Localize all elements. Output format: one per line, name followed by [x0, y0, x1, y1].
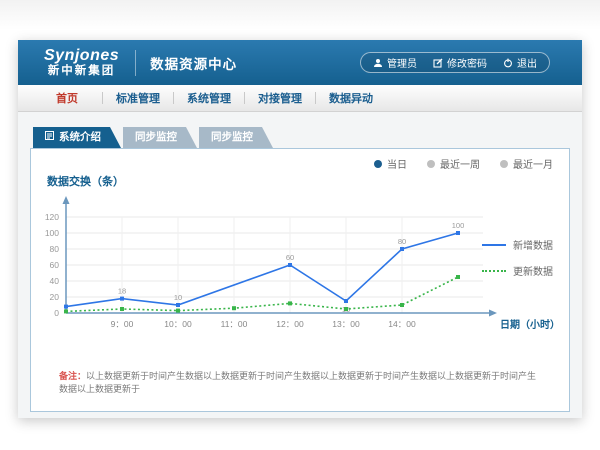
app-window: Synjones 新中新集团 数据资源中心 管理员 修改密码	[18, 40, 582, 418]
svg-text:80: 80	[398, 237, 406, 246]
tab-system-intro[interactable]: 系统介绍	[33, 127, 121, 148]
nav-item-interface-mgmt[interactable]: 对接管理	[245, 90, 315, 106]
svg-text:100: 100	[45, 228, 59, 238]
footnote: 备注：以上数据更新于时间产生数据以上数据更新于时间产生数据以上数据更新于时间产生…	[59, 370, 541, 395]
svg-text:14：00: 14：00	[388, 319, 416, 329]
radio-dot-icon	[427, 160, 435, 168]
range-label: 最近一月	[513, 156, 553, 171]
page-title: 数据资源中心	[150, 53, 237, 73]
main-nav: 首页 标准管理 系统管理 对接管理 数据异动	[18, 85, 582, 112]
chart-legend: 新增数据 更新数据	[482, 237, 553, 278]
range-selector: 当日 最近一周 最近一月	[374, 156, 553, 171]
brand-name: Synjones	[44, 48, 119, 65]
legend-label: 新增数据	[513, 237, 553, 252]
svg-text:20: 20	[50, 292, 60, 302]
user-actions: 管理员 修改密码 退出	[360, 52, 550, 73]
svg-text:0: 0	[54, 308, 59, 318]
svg-text:10：00: 10：00	[164, 319, 192, 329]
svg-text:12：00: 12：00	[276, 319, 304, 329]
chart-panel: 当日 最近一周 最近一月 数据交换（条） 0 20 40 60 80 100 120 9：00…	[30, 148, 570, 412]
header-divider	[135, 50, 136, 76]
svg-text:11：00: 11：00	[221, 319, 248, 329]
nav-item-data-change[interactable]: 数据异动	[316, 90, 386, 106]
change-password-button[interactable]: 修改密码	[433, 55, 487, 70]
range-option-last-month[interactable]: 最近一月	[500, 156, 553, 171]
legend-label: 更新数据	[513, 263, 553, 278]
user-icon	[373, 58, 383, 68]
legend-line-solid	[482, 244, 506, 246]
footnote-text: 以上数据更新于时间产生数据以上数据更新于时间产生数据以上数据更新于时间产生数据以…	[59, 371, 536, 394]
svg-text:120: 120	[45, 212, 59, 222]
legend-item-updated-data: 更新数据	[482, 263, 553, 278]
svg-text:日期（小时）: 日期（小时）	[500, 318, 560, 331]
svg-text:9：00: 9：00	[111, 319, 134, 329]
radio-dot-icon	[374, 160, 382, 168]
footnote-prefix: 备注：	[59, 371, 86, 381]
svg-text:60: 60	[286, 253, 294, 262]
legend-item-new-data: 新增数据	[482, 237, 553, 252]
tab-sync-monitor-2[interactable]: 同步监控	[199, 127, 273, 148]
svg-text:60: 60	[50, 260, 60, 270]
svg-text:13：00: 13：00	[332, 319, 360, 329]
edit-icon	[433, 58, 443, 68]
admin-button[interactable]: 管理员	[373, 55, 417, 70]
company-name: 新中新集团	[44, 65, 119, 77]
app-header: Synjones 新中新集团 数据资源中心 管理员 修改密码	[18, 40, 582, 85]
range-label: 最近一周	[440, 156, 480, 171]
logout-button[interactable]: 退出	[503, 55, 537, 70]
nav-item-standard-mgmt[interactable]: 标准管理	[103, 90, 173, 106]
company-logo: Synjones 新中新集团	[44, 48, 119, 77]
nav-item-system-mgmt[interactable]: 系统管理	[174, 90, 244, 106]
admin-button-label: 管理员	[387, 55, 417, 70]
change-password-label: 修改密码	[447, 55, 487, 70]
svg-text:40: 40	[50, 276, 60, 286]
tab-label: 同步监控	[135, 127, 177, 148]
range-label: 当日	[387, 156, 407, 171]
range-option-today[interactable]: 当日	[374, 156, 407, 171]
svg-text:80: 80	[50, 244, 60, 254]
range-option-last-week[interactable]: 最近一周	[427, 156, 480, 171]
legend-line-dotted	[482, 270, 506, 272]
svg-text:100: 100	[452, 221, 465, 230]
tab-label: 系统介绍	[59, 127, 101, 148]
document-icon	[45, 127, 54, 148]
svg-text:10: 10	[174, 293, 182, 302]
radio-dot-icon	[500, 160, 508, 168]
tab-sync-monitor-1[interactable]: 同步监控	[123, 127, 197, 148]
power-icon	[503, 58, 513, 68]
nav-item-home[interactable]: 首页	[32, 90, 102, 106]
tab-bar: 系统介绍 同步监控 同步监控	[33, 127, 582, 148]
logout-label: 退出	[517, 55, 537, 70]
y-axis-title: 数据交换（条）	[47, 173, 569, 189]
tab-label: 同步监控	[211, 127, 253, 148]
svg-text:18: 18	[118, 287, 126, 296]
